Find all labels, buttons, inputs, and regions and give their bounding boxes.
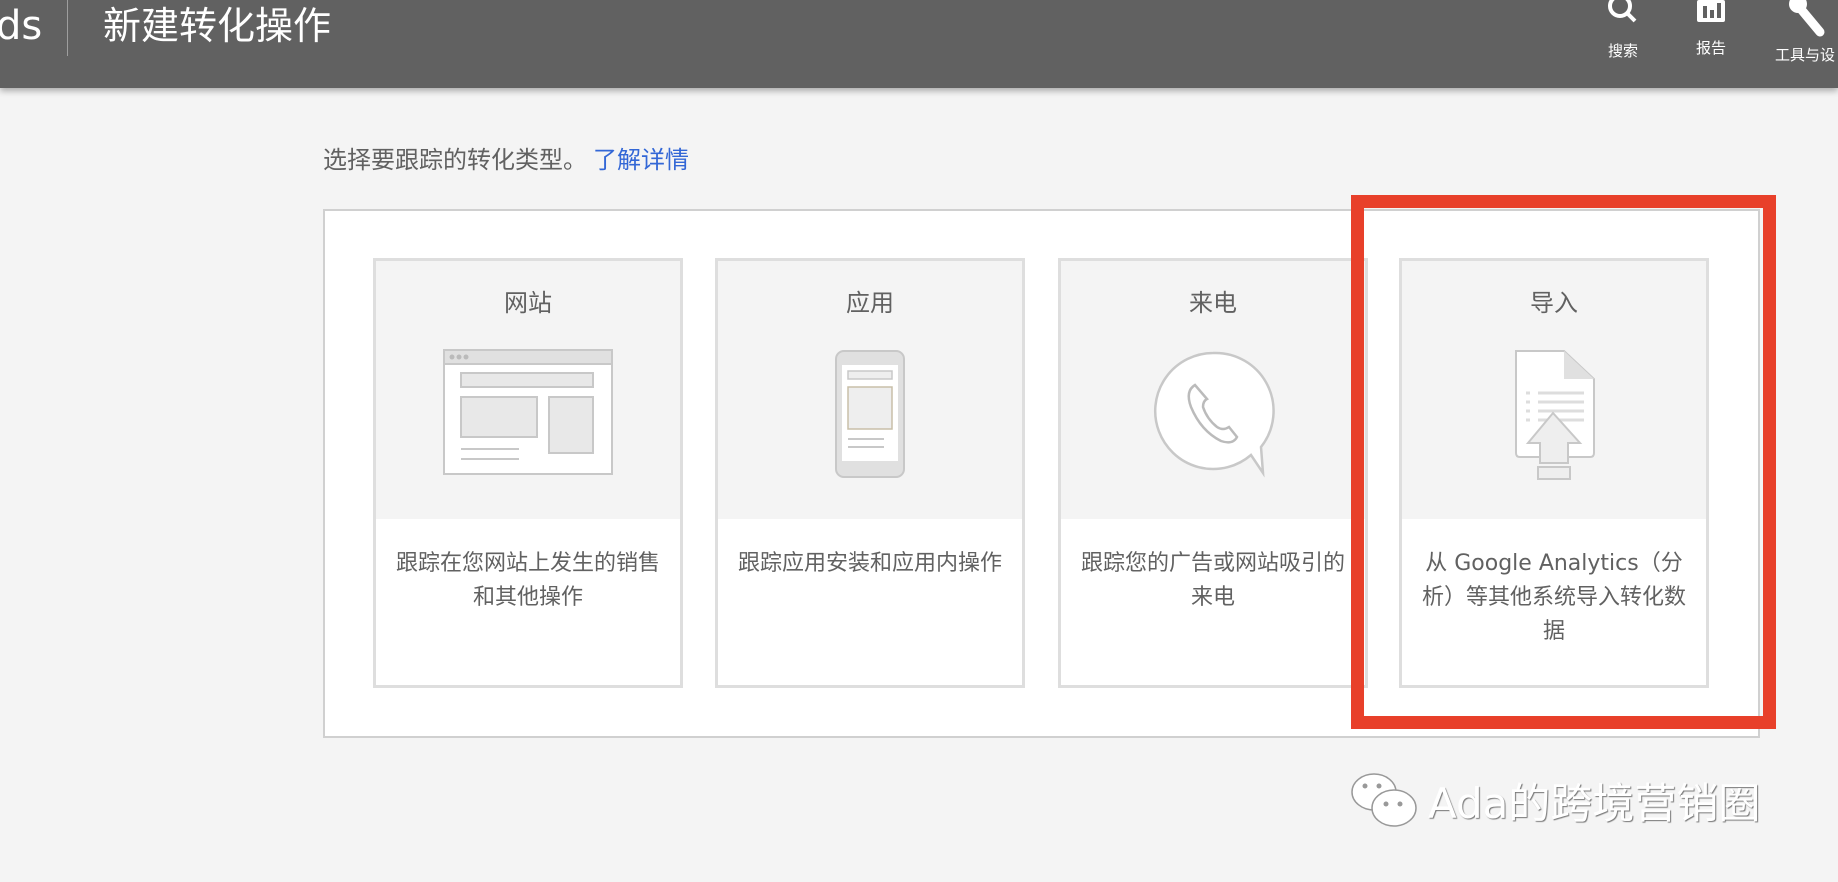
instruction-text: 选择要跟踪的转化类型。 [323,146,587,174]
card-description: 跟踪应用安装和应用内操作 [737,551,1002,576]
card-description: 跟踪您的广告或网站吸引的来电 [1080,551,1345,610]
app-icon [835,350,905,478]
phone-call-icon [1153,351,1275,478]
nav-search-button[interactable]: 搜索 [1583,0,1663,88]
top-bar: ds 新建转化操作 搜索 报告 工具与设 [0,0,1838,88]
card-description: 从 Google Analytics（分析）等其他系统导入转化数据 [1421,551,1686,644]
card-title: 应用 [846,289,894,317]
report-icon [1697,0,1725,22]
header-divider [67,0,68,56]
wrench-icon [1789,0,1825,37]
card-title: 来电 [1189,289,1237,317]
card-import[interactable]: 导入 从 Google Analytics（分析）等其他系统导入转化数据 [1399,258,1709,688]
page-title: 新建转化操作 [103,4,332,48]
watermark: Ada的跨境营销圈 [1348,768,1760,832]
card-app[interactable]: 应用 跟踪应用安装和应用内操作 [715,258,1025,688]
learn-more-link[interactable]: 了解详情 [593,146,689,174]
nav-tools-label: 工具与设 [1775,46,1836,64]
import-icon [1515,350,1595,480]
nav-search-label: 搜索 [1607,42,1638,60]
card-description: 跟踪在您网站上发生的销售和其他操作 [395,551,660,610]
search-icon [1608,0,1637,23]
card-title: 导入 [1530,289,1578,317]
brand-logo-text: ds [0,3,43,49]
nav-reports-label: 报告 [1695,39,1726,57]
instruction: 选择要跟踪的转化类型。 了解详情 [323,140,689,175]
card-phone-calls[interactable]: 来电 跟踪您的广告或网站吸引的来电 [1058,258,1368,688]
watermark-text: Ada的跨境营销圈 [1428,778,1761,828]
card-title: 网站 [504,289,552,317]
wechat-icon [1351,773,1417,827]
card-website[interactable]: 网站 跟踪在您网站上发生的销售和其他操作 [373,258,683,688]
nav-tools-button[interactable]: 工具与设 [1765,0,1838,88]
website-icon [443,349,613,475]
nav-reports-button[interactable]: 报告 [1671,0,1751,88]
